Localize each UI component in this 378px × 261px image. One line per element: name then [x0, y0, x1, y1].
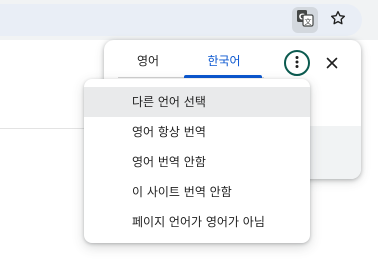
browser-toolbar: G 文 — [0, 0, 378, 40]
translate-page-button[interactable]: G 文 — [292, 7, 318, 33]
tab-source-language[interactable]: 영어 — [124, 52, 172, 76]
more-options-button[interactable] — [284, 50, 310, 76]
selected-tab-indicator — [184, 75, 262, 78]
translate-options-menu: 다른 언어 선택 영어 항상 번역 영어 번역 안함 이 사이트 번역 안함 페… — [84, 79, 310, 243]
menu-item-page-not-in-language[interactable]: 페이지 언어가 영어가 아님 — [84, 207, 310, 237]
menu-item-choose-another-language[interactable]: 다른 언어 선택 — [84, 87, 310, 117]
menu-item-never-translate-language[interactable]: 영어 번역 안함 — [84, 147, 310, 177]
close-button[interactable] — [320, 51, 344, 75]
menu-item-always-translate[interactable]: 영어 항상 번역 — [84, 117, 310, 147]
bookmark-star-icon — [329, 9, 347, 31]
menu-item-never-translate-site[interactable]: 이 사이트 번역 안함 — [84, 177, 310, 207]
svg-text:文: 文 — [305, 17, 312, 26]
bookmark-star-button[interactable] — [325, 7, 351, 33]
translate-page-icon: G 文 — [296, 9, 314, 31]
more-vert-icon — [290, 54, 304, 73]
tab-target-language[interactable]: 한국어 — [186, 52, 262, 76]
close-icon — [326, 54, 338, 73]
